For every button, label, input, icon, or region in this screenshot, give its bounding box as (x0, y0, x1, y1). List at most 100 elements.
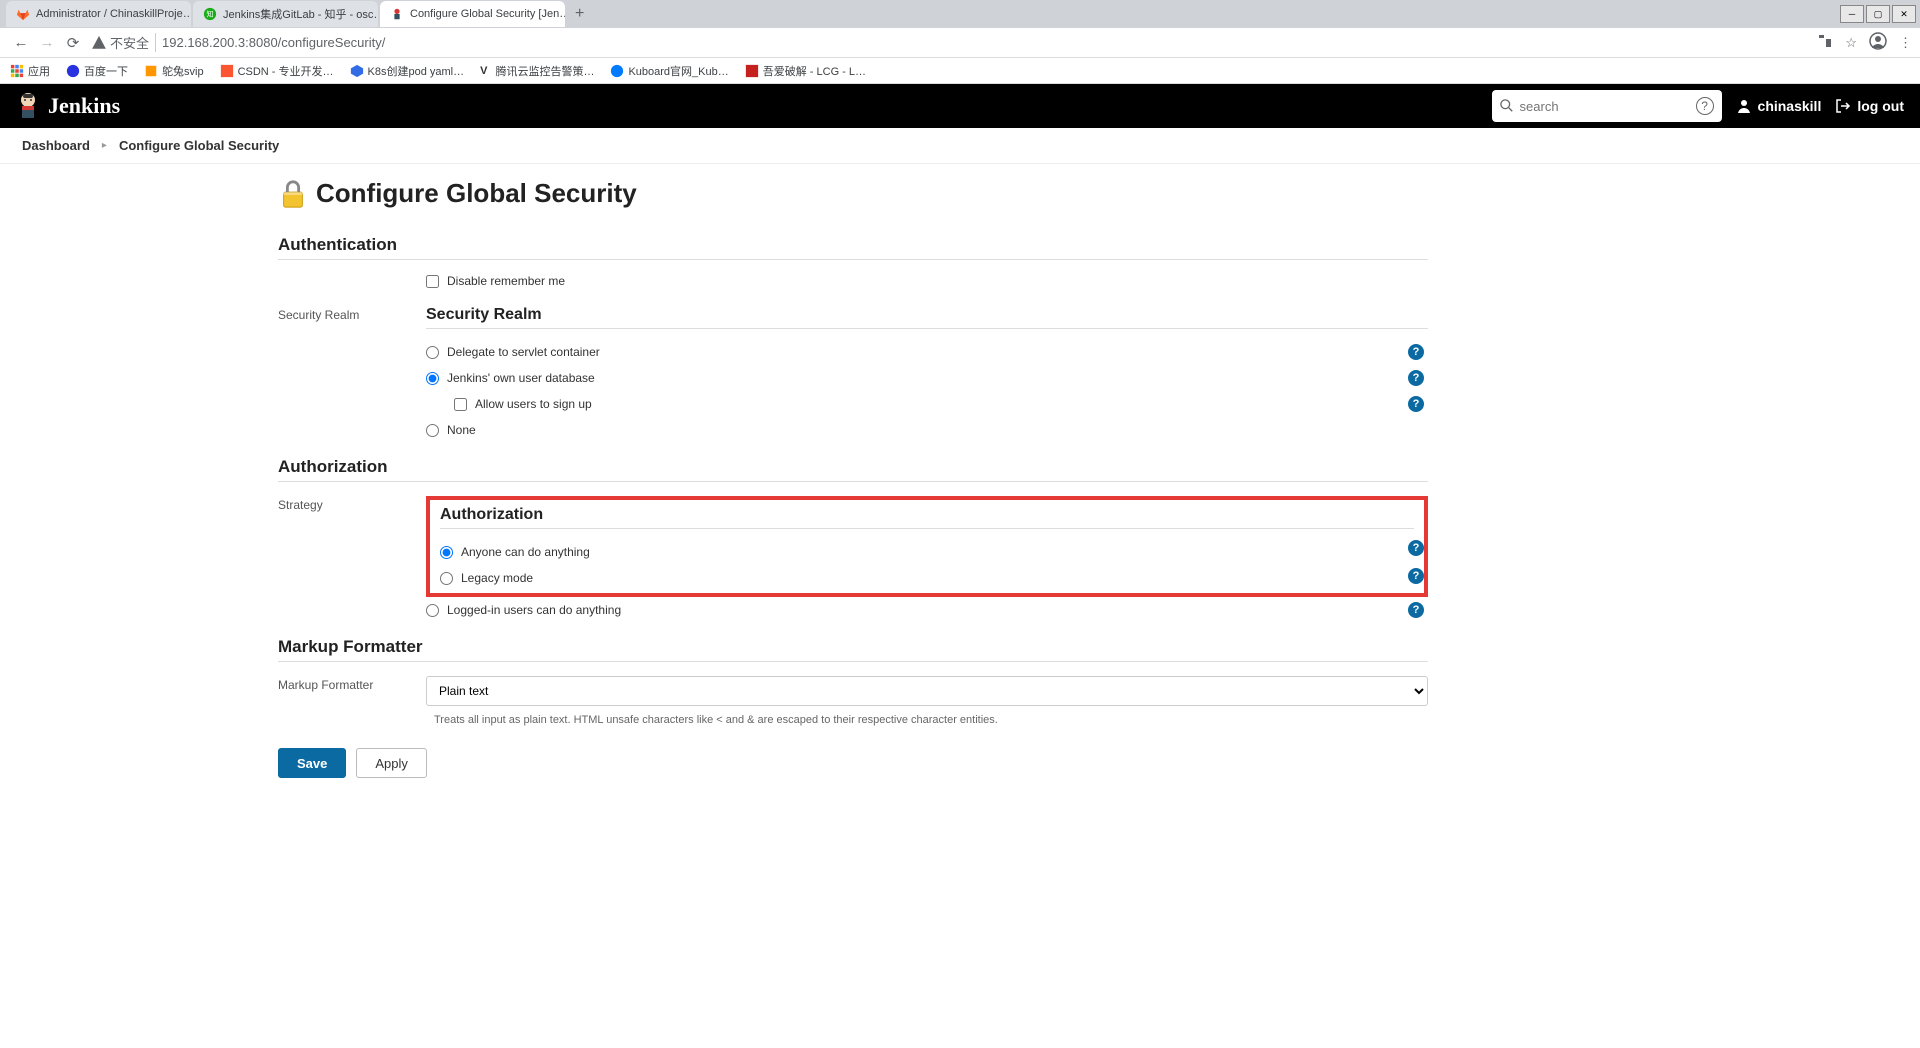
svg-text:知: 知 (207, 10, 214, 19)
logout-icon (1835, 98, 1851, 114)
window-controls: ─ ▢ ✕ (1840, 5, 1920, 23)
section-authorization: Authorization (278, 457, 1428, 482)
chevron-right-icon: ▸ (102, 140, 107, 151)
jenkins-mascot-icon (16, 92, 40, 120)
page-content: Configure Global Security Authentication… (0, 164, 1460, 798)
subsection-security-realm: Security Realm (426, 306, 1428, 329)
radio-logged-in[interactable]: Logged-in users can do anything ? (426, 597, 1428, 623)
jenkins-icon (390, 7, 404, 21)
bookmark-item[interactable]: CSDN - 专业开发… (220, 63, 334, 79)
search-icon (1500, 99, 1514, 113)
header-actions: ? chinaskill log out (1492, 90, 1904, 122)
lock-icon (278, 179, 308, 209)
form-row: Markup Formatter Plain text Treats all i… (278, 676, 1428, 726)
k8s-icon (350, 64, 364, 78)
apply-button[interactable]: Apply (356, 748, 427, 778)
radio-none[interactable]: None (426, 417, 1428, 443)
minimize-button[interactable]: ─ (1840, 5, 1864, 23)
tab-bar: Administrator / ChinaskillProje… × 知 Jen… (0, 0, 1920, 28)
bookmark-item[interactable]: 鸵兔svip (144, 63, 204, 79)
bookmarks-bar: 应用 百度一下 鸵兔svip CSDN - 专业开发… K8s创建pod yam… (0, 58, 1920, 84)
footer-buttons: Save Apply (278, 748, 1428, 778)
address-bar-actions: ☆ ⋮ (1817, 32, 1912, 53)
help-icon[interactable]: ? (1408, 396, 1424, 412)
star-icon[interactable]: ☆ (1845, 35, 1857, 51)
translate-icon[interactable] (1817, 33, 1833, 52)
subsection-authorization: Authorization (440, 506, 1414, 529)
bookmark-item[interactable]: 吾爱破解 - LCG - L… (745, 63, 866, 79)
csdn-icon (220, 64, 234, 78)
warning-icon (92, 36, 106, 50)
back-button[interactable]: ← (8, 30, 34, 56)
radio-anyone[interactable]: Anyone can do anything (440, 539, 1414, 565)
section-authentication: Authentication (278, 235, 1428, 260)
brand-text: Jenkins (48, 93, 120, 119)
help-icon[interactable]: ? (1696, 97, 1714, 115)
bookmark-item[interactable]: 百度一下 (66, 63, 128, 79)
search-box[interactable]: ? (1492, 90, 1722, 122)
save-button[interactable]: Save (278, 748, 346, 778)
zhihu-icon: 知 (203, 7, 217, 21)
disable-remember-checkbox[interactable]: Disable remember me (426, 274, 1428, 288)
url-input[interactable]: 不安全 192.168.200.3:8080/configureSecurity… (92, 33, 1803, 52)
browser-tab[interactable]: Administrator / ChinaskillProje… × (6, 1, 191, 27)
form-row: Security Realm Security Realm Delegate t… (278, 306, 1428, 443)
kuboard-icon (610, 64, 624, 78)
user-icon (1736, 98, 1752, 114)
radio-own-db[interactable]: Jenkins' own user database ? (426, 365, 1428, 391)
breadcrumb-dashboard[interactable]: Dashboard (22, 138, 90, 153)
checkbox-allow-signup[interactable]: Allow users to sign up ? (454, 391, 1428, 417)
form-row: Strategy Authorization Anyone can do any… (278, 496, 1428, 623)
bookmark-item[interactable]: Kuboard官网_Kub… (610, 63, 728, 79)
security-warning[interactable]: 不安全 (92, 33, 156, 52)
gitlab-icon (16, 7, 30, 21)
jenkins-logo[interactable]: Jenkins (16, 92, 120, 120)
help-icon[interactable]: ? (1408, 540, 1424, 556)
strategy-label: Strategy (278, 496, 426, 512)
forward-button[interactable]: → (34, 30, 60, 56)
radio-input[interactable] (440, 546, 453, 559)
site-icon (745, 64, 759, 78)
markup-label: Markup Formatter (278, 676, 426, 692)
security-realm-label: Security Realm (278, 306, 426, 322)
checkbox-input[interactable] (454, 398, 467, 411)
browser-tab[interactable]: 知 Jenkins集成GitLab - 知乎 - osc… × (193, 1, 378, 27)
checkbox-input[interactable] (426, 275, 439, 288)
jenkins-header: Jenkins ? chinaskill log out (0, 84, 1920, 128)
reload-button[interactable]: ⟳ (60, 30, 86, 56)
markup-help-text: Treats all input as plain text. HTML uns… (426, 714, 1428, 726)
new-tab-button[interactable]: + (567, 5, 592, 23)
browser-tab-active[interactable]: Configure Global Security [Jen… × (380, 1, 565, 27)
radio-input[interactable] (426, 604, 439, 617)
radio-delegate[interactable]: Delegate to servlet container ? (426, 339, 1428, 365)
menu-icon[interactable]: ⋮ (1899, 35, 1912, 51)
breadcrumb-current[interactable]: Configure Global Security (119, 138, 279, 153)
search-input[interactable] (1520, 99, 1696, 114)
breadcrumb: Dashboard ▸ Configure Global Security (0, 128, 1920, 164)
profile-icon[interactable] (1869, 32, 1887, 53)
radio-input[interactable] (426, 424, 439, 437)
radio-input[interactable] (440, 572, 453, 585)
help-icon[interactable]: ? (1408, 568, 1424, 584)
help-icon[interactable]: ? (1408, 344, 1424, 360)
tab-label: Administrator / ChinaskillProje… (36, 8, 191, 20)
site-icon (144, 64, 158, 78)
logout-link[interactable]: log out (1835, 98, 1904, 114)
radio-input[interactable] (426, 372, 439, 385)
maximize-button[interactable]: ▢ (1866, 5, 1890, 23)
apps-button[interactable]: 应用 (10, 63, 50, 79)
form-row: Disable remember me (278, 274, 1428, 298)
tab-label: Jenkins集成GitLab - 知乎 - osc… (223, 6, 378, 22)
bookmark-item[interactable]: K8s创建pod yaml… (350, 63, 465, 79)
radio-legacy[interactable]: Legacy mode (440, 565, 1414, 587)
tab-label: Configure Global Security [Jen… (410, 8, 565, 20)
help-icon[interactable]: ? (1408, 370, 1424, 386)
section-markup: Markup Formatter (278, 637, 1428, 662)
bookmark-item[interactable]: V腾讯云监控告警策… (480, 63, 594, 79)
page-title: Configure Global Security (278, 178, 1428, 209)
close-button[interactable]: ✕ (1892, 5, 1916, 23)
radio-input[interactable] (426, 346, 439, 359)
markup-select[interactable]: Plain text (426, 676, 1428, 706)
help-icon[interactable]: ? (1408, 602, 1424, 618)
user-link[interactable]: chinaskill (1736, 98, 1822, 114)
